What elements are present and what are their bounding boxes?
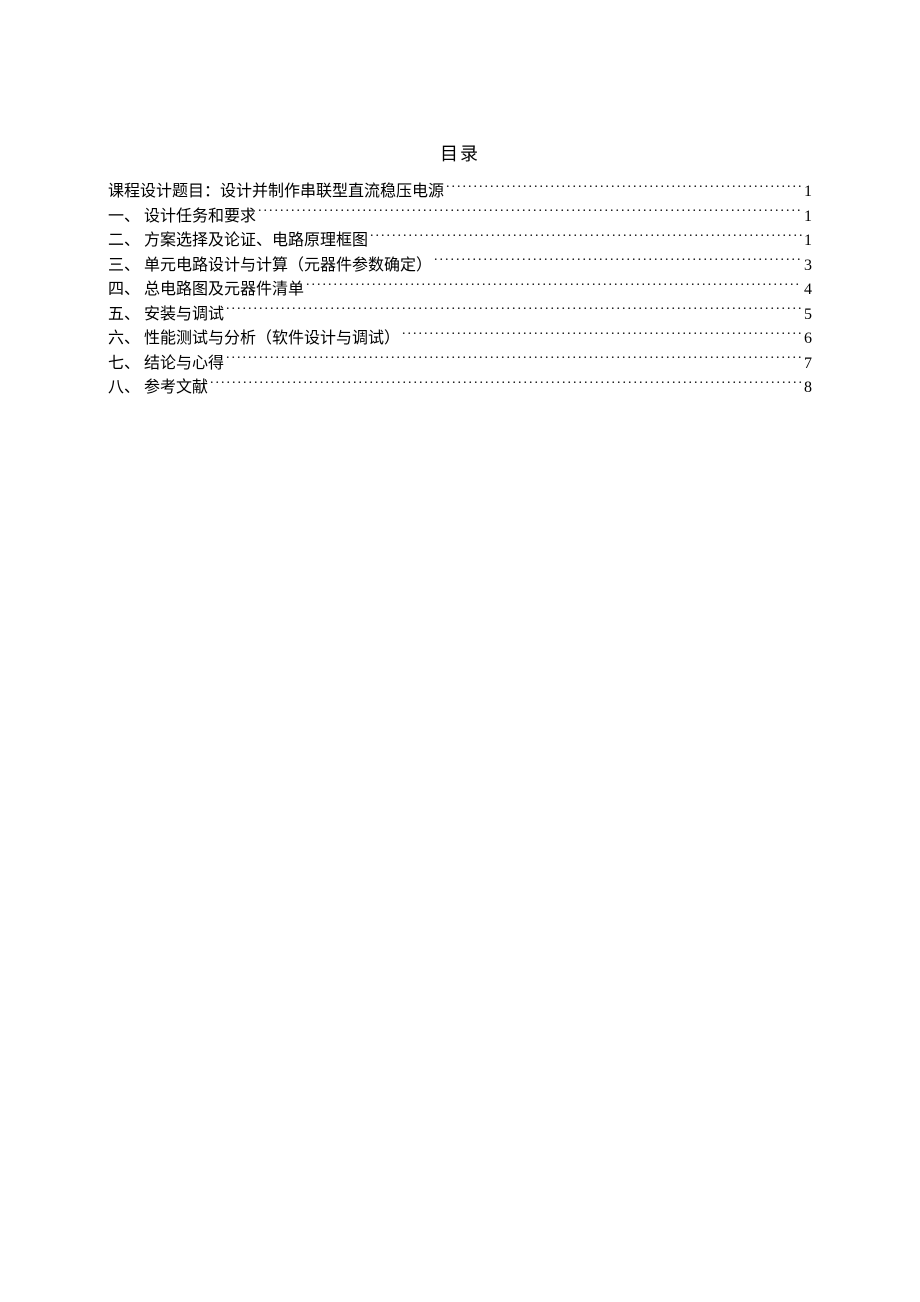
toc-entry: 四、 总电路图及元器件清单 4 xyxy=(108,278,812,303)
toc-entry: 八、 参考文献 8 xyxy=(108,376,812,401)
toc-leader-dots xyxy=(402,327,802,343)
toc-leader-dots xyxy=(434,254,802,270)
toc-entry-page: 6 xyxy=(804,327,812,352)
toc-title: 目录 xyxy=(108,140,812,166)
toc-leader-dots xyxy=(446,180,802,196)
toc-entry-page: 1 xyxy=(804,180,812,205)
toc-entry-label: 课程设计题目：设计并制作串联型直流稳压电源 xyxy=(108,180,444,205)
toc-entry-page: 3 xyxy=(804,254,812,279)
toc-leader-dots xyxy=(306,278,802,294)
toc-entry-label: 六、 性能测试与分析（软件设计与调试） xyxy=(108,327,400,352)
toc-entry: 三、 单元电路设计与计算（元器件参数确定） 3 xyxy=(108,254,812,279)
toc-entry: 一、 设计任务和要求 1 xyxy=(108,205,812,230)
toc-entry-page: 4 xyxy=(804,278,812,303)
toc-leader-dots xyxy=(258,205,802,221)
toc-leader-dots xyxy=(210,376,802,392)
toc-entry-label: 七、 结论与心得 xyxy=(108,352,224,377)
toc-leader-dots xyxy=(370,229,802,245)
toc-entry-page: 5 xyxy=(804,303,812,328)
toc-entry-page: 1 xyxy=(804,229,812,254)
toc-entry-label: 二、 方案选择及论证、电路原理框图 xyxy=(108,229,368,254)
toc-leader-dots xyxy=(226,352,802,368)
toc-entry-page: 7 xyxy=(804,352,812,377)
toc-entry-label: 一、 设计任务和要求 xyxy=(108,205,256,230)
toc-entry: 课程设计题目：设计并制作串联型直流稳压电源 1 xyxy=(108,180,812,205)
toc-entry-label: 八、 参考文献 xyxy=(108,376,208,401)
toc-entry: 二、 方案选择及论证、电路原理框图 1 xyxy=(108,229,812,254)
toc-entry-label: 三、 单元电路设计与计算（元器件参数确定） xyxy=(108,254,432,279)
toc-entry-page: 8 xyxy=(804,376,812,401)
toc-entry: 七、 结论与心得 7 xyxy=(108,352,812,377)
toc-entry-label: 五、 安装与调试 xyxy=(108,303,224,328)
table-of-contents: 课程设计题目：设计并制作串联型直流稳压电源 1 一、 设计任务和要求 1 二、 … xyxy=(108,180,812,401)
toc-entry-page: 1 xyxy=(804,205,812,230)
toc-leader-dots xyxy=(226,303,802,319)
toc-entry-label: 四、 总电路图及元器件清单 xyxy=(108,278,304,303)
toc-entry: 五、 安装与调试 5 xyxy=(108,303,812,328)
toc-entry: 六、 性能测试与分析（软件设计与调试） 6 xyxy=(108,327,812,352)
